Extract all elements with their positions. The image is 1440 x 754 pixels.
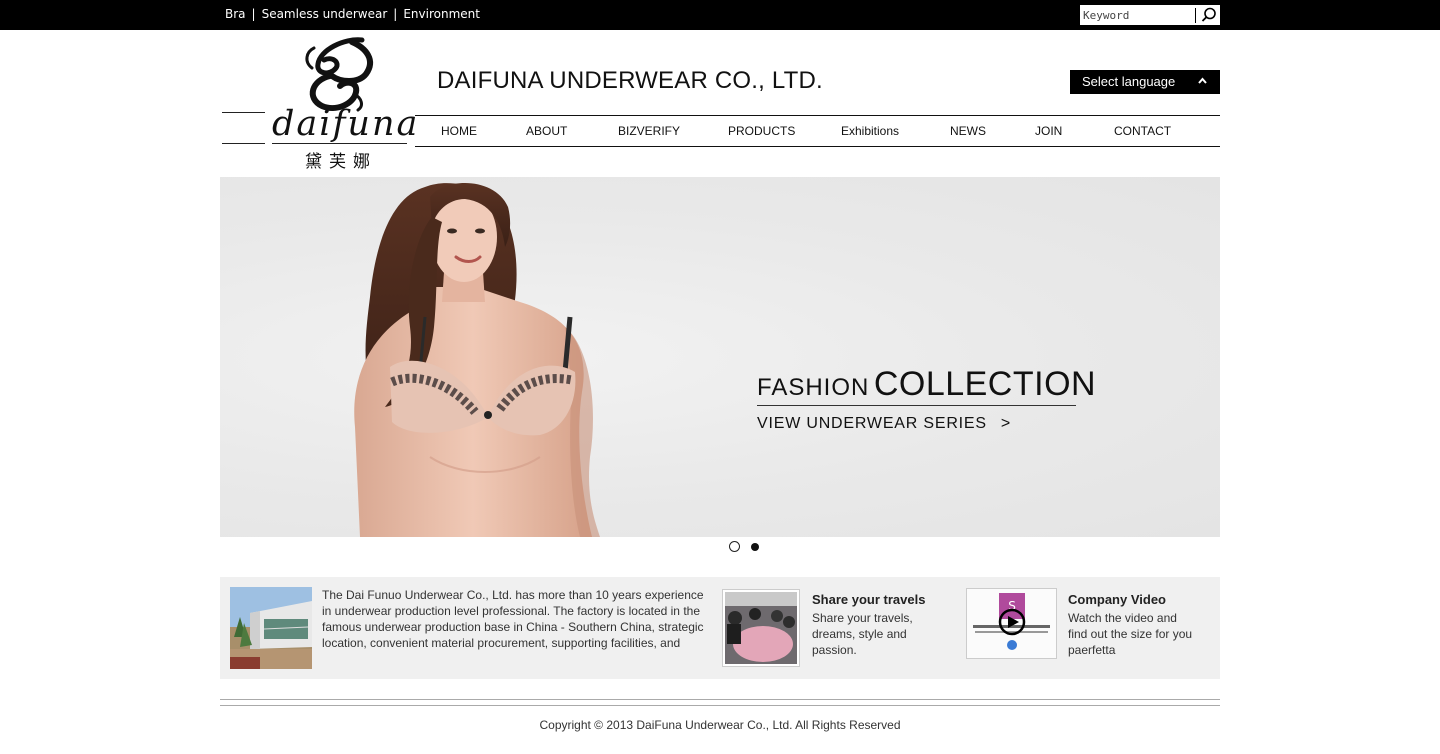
nav-item-news[interactable]: NEWS — [950, 124, 986, 138]
view-series-label: VIEW UNDERWEAR SERIES — [757, 415, 987, 432]
model-photo — [354, 183, 600, 537]
banner-headline-big: COLLECTION — [873, 365, 1097, 403]
chevron-up-icon — [1198, 77, 1207, 84]
banner-divider — [757, 405, 1076, 406]
logo-chinese-text: 黛芙娜 — [305, 152, 377, 172]
nav-item-home[interactable]: HOME — [441, 124, 477, 138]
search-input[interactable] — [1083, 7, 1195, 23]
search-button[interactable] — [1199, 6, 1219, 24]
view-series-link[interactable]: VIEW UNDERWEAR SERIES > — [757, 415, 1011, 433]
search-divider — [1195, 8, 1196, 23]
search-icon — [1201, 7, 1216, 22]
main-nav: HOME ABOUT BIZVERIFY PRODUCTS Exhibition… — [415, 115, 1220, 147]
banner-headline-small: FASHION — [757, 374, 870, 401]
company-name: DAIFUNA UNDERWEAR CO., LTD. — [437, 67, 823, 94]
travel-thumbnail[interactable] — [722, 589, 800, 667]
hero-banner[interactable]: FASHION COLLECTION VIEW UNDERWEAR SERIES… — [220, 177, 1220, 537]
logo-line-bottom — [222, 143, 265, 144]
separator: | — [251, 7, 256, 21]
travel-title[interactable]: Share your travels — [812, 592, 925, 607]
factory-image — [230, 587, 312, 669]
search-box — [1080, 5, 1220, 25]
logo-text[interactable]: daifuna — [272, 104, 419, 144]
nav-item-contact[interactable]: CONTACT — [1114, 124, 1171, 138]
top-link-bra[interactable]: Bra — [225, 7, 246, 21]
language-select[interactable]: Select language — [1070, 70, 1220, 94]
footer-line-bottom — [220, 705, 1220, 706]
nav-item-products[interactable]: PRODUCTS — [728, 124, 795, 138]
banner-headline: FASHION COLLECTION — [757, 365, 1096, 404]
logo-line-top — [222, 112, 265, 113]
travel-image — [725, 592, 797, 664]
arrow-right-icon: > — [1000, 415, 1012, 432]
nav-item-exhibitions[interactable]: Exhibitions — [841, 124, 899, 138]
footer-line-top — [220, 699, 1220, 700]
factory-photo[interactable] — [230, 587, 312, 669]
nav-item-bizverify[interactable]: BIZVERIFY — [618, 124, 680, 138]
nav-item-join[interactable]: JOIN — [1035, 124, 1062, 138]
video-thumbnail[interactable]: S — [966, 588, 1057, 659]
separator: | — [393, 7, 398, 21]
copyright-text: Copyright © 2013 DaiFuna Underwear Co., … — [539, 718, 901, 732]
video-title[interactable]: Company Video — [1068, 592, 1166, 607]
info-strip: The Dai Funuo Underwear Co., Ltd. has mo… — [220, 577, 1220, 679]
top-bar: Bra | Seamless underwear | Environment — [0, 0, 1440, 30]
top-link-seamless[interactable]: Seamless underwear — [262, 7, 388, 21]
nav-item-about[interactable]: ABOUT — [526, 124, 567, 138]
about-text: The Dai Funuo Underwear Co., Ltd. has mo… — [322, 588, 704, 650]
top-links: Bra | Seamless underwear | Environment — [225, 7, 480, 21]
video-description: Watch the video and find out the size fo… — [1068, 611, 1193, 657]
video-image: S — [967, 589, 1056, 658]
travel-description: Share your travels, dreams, style and pa… — [812, 611, 913, 657]
top-link-environment[interactable]: Environment — [403, 7, 480, 21]
slider-dot-1[interactable] — [729, 541, 740, 552]
slider-dot-2[interactable] — [751, 543, 759, 551]
language-select-label: Select language — [1082, 74, 1176, 89]
